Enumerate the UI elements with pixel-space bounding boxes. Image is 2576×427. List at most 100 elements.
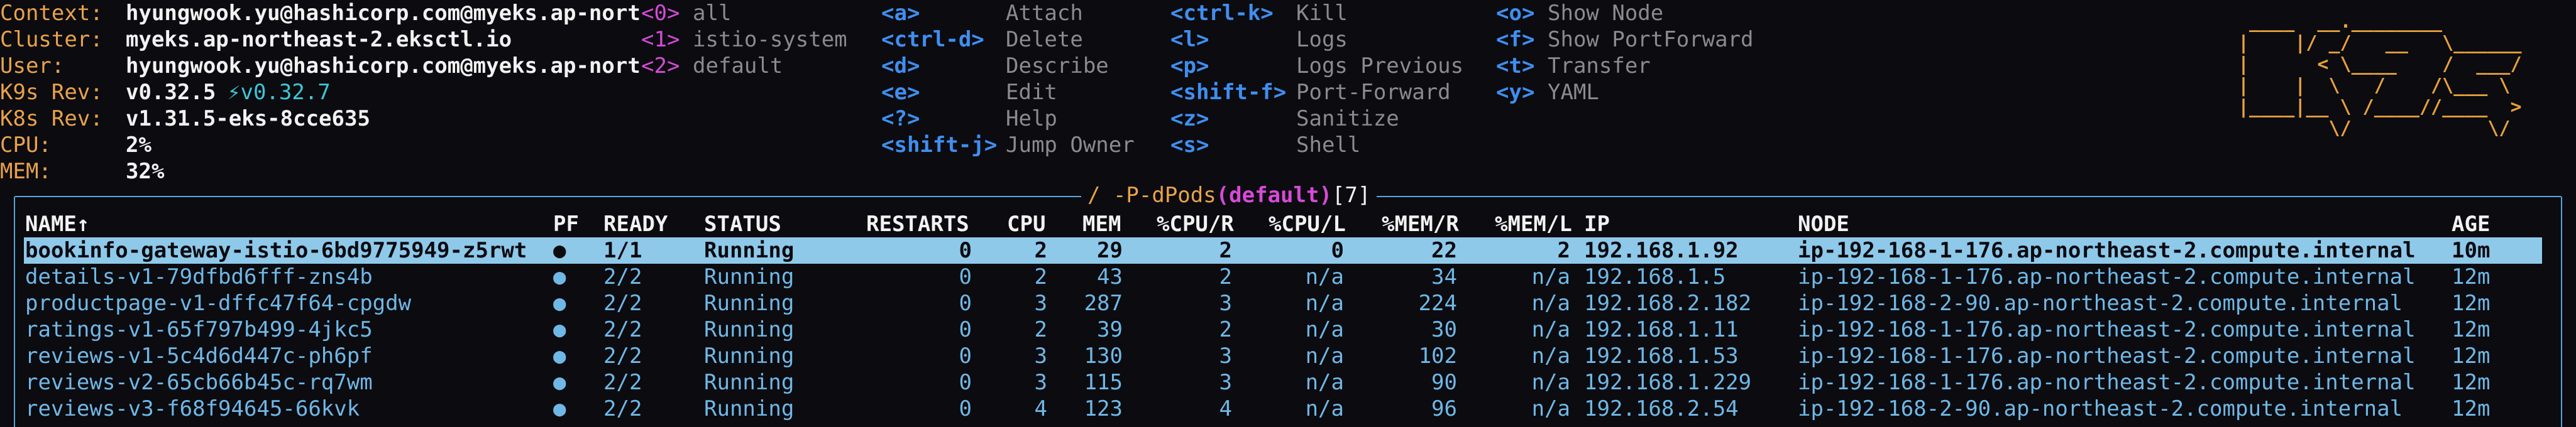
shortcut-action-transfer[interactable]: Transfer: [1548, 53, 1651, 79]
cell-age: 12m: [2452, 264, 2491, 289]
shortcut-key-help[interactable]: <?>: [881, 105, 920, 132]
col-header-restarts[interactable]: RESTARTS: [866, 211, 969, 237]
cell-ip: 192.168.1.11: [1584, 317, 1739, 342]
cell-mem-r: 22: [1431, 238, 1457, 263]
cell-ready: 2/2: [603, 343, 642, 369]
col-header-node[interactable]: NODE: [1798, 211, 1849, 237]
cell-name: bookinfo-gateway-istio-6bd9775949-z5rwt: [25, 238, 527, 263]
cell-cpu-l: 0: [1331, 238, 1344, 263]
cell-cpu-l: n/a: [1305, 264, 1344, 289]
cell-status: Running: [704, 291, 795, 316]
cell-age: 12m: [2452, 317, 2491, 342]
cell-ip: 192.168.1.53: [1584, 343, 1739, 369]
shortcut-action-yaml[interactable]: YAML: [1548, 79, 1599, 105]
info-value-mem: 32%: [126, 159, 165, 184]
col-header-pf[interactable]: PF: [553, 211, 579, 237]
cell-mem-r: 102: [1418, 343, 1457, 369]
col-header-cpu-r[interactable]: %CPU/R: [1157, 211, 1234, 237]
col-header-mem-r[interactable]: %MEM/R: [1382, 211, 1459, 237]
info-value-cpu: 2%: [126, 132, 151, 158]
shortcut-action-kill[interactable]: Kill: [1296, 0, 1348, 26]
shortcut-key-show-portforward[interactable]: <f>: [1496, 26, 1534, 53]
cell-name: details-v1-79dfbd6fff-zns4b: [25, 264, 373, 289]
cell-node: ip-192-168-1-176.ap-northeast-2.compute.…: [1798, 317, 2416, 342]
cell-pf: ●: [553, 264, 566, 289]
col-header-name[interactable]: NAME↑: [25, 211, 89, 237]
cell-mem-l: n/a: [1531, 343, 1570, 369]
shortcut-key-show-node[interactable]: <o>: [1496, 0, 1534, 26]
col-header-cpu[interactable]: CPU: [1007, 211, 1045, 237]
shortcut-action-jump-owner[interactable]: Jump Owner: [1006, 132, 1135, 158]
cell-age: 12m: [2452, 370, 2491, 395]
ns-key-0[interactable]: <0>: [641, 0, 680, 26]
cell-mem-l: n/a: [1531, 264, 1570, 289]
col-header-cpu-l[interactable]: %CPU/L: [1269, 211, 1346, 237]
cell-cpu: 3: [1034, 343, 1047, 369]
cell-ip: 192.168.1.92: [1584, 238, 1739, 263]
info-value-cluster: myeks.ap-northeast-2.eksctl.io: [126, 27, 512, 52]
shortcut-key-logs[interactable]: <l>: [1170, 26, 1209, 53]
cell-ready: 2/2: [603, 264, 642, 289]
ns-name-0[interactable]: all: [693, 0, 731, 26]
shortcut-key-jump-owner[interactable]: <shift-j>: [881, 132, 997, 158]
shortcut-action-edit[interactable]: Edit: [1006, 79, 1057, 105]
logo-line-4: |____|__ \ /____//____ >: [2238, 96, 2522, 118]
cell-name: productpage-v1-dffc47f64-cpgdw: [25, 291, 412, 316]
shortcut-key-transfer[interactable]: <t>: [1496, 53, 1534, 79]
cell-node: ip-192-168-2-90.ap-northeast-2.compute.i…: [1798, 291, 2403, 316]
cell-mem: 123: [1084, 396, 1123, 421]
cell-pf: ●: [553, 343, 566, 369]
cell-mem: 130: [1084, 343, 1123, 369]
shortcut-key-port-forward[interactable]: <shift-f>: [1170, 79, 1286, 105]
info-value-user: hyungwook.yu@hashicorp.com@myeks.ap-nort: [126, 53, 641, 78]
col-header-ip[interactable]: IP: [1584, 211, 1610, 237]
shortcut-action-describe[interactable]: Describe: [1006, 53, 1109, 79]
cell-status: Running: [704, 370, 795, 395]
cell-mem-l: n/a: [1531, 370, 1570, 395]
cell-cpu-l: n/a: [1305, 291, 1344, 316]
cell-cpu-r: 3: [1219, 370, 1232, 395]
col-header-mem[interactable]: MEM: [1082, 211, 1121, 237]
shortcut-key-describe[interactable]: <d>: [881, 53, 920, 79]
shortcut-key-edit[interactable]: <e>: [881, 79, 920, 105]
cell-pf: ●: [553, 238, 566, 263]
col-header-mem-l[interactable]: %MEM/L: [1495, 211, 1572, 237]
cell-node: ip-192-168-1-176.ap-northeast-2.compute.…: [1798, 238, 2416, 263]
shortcut-action-attach[interactable]: Attach: [1006, 0, 1083, 26]
shortcut-action-shell[interactable]: Shell: [1296, 132, 1360, 158]
col-header-status[interactable]: STATUS: [704, 211, 781, 237]
cell-mem-l: n/a: [1531, 317, 1570, 342]
cell-cpu-r: 2: [1219, 317, 1232, 342]
shortcut-action-logs-previous[interactable]: Logs Previous: [1296, 53, 1463, 79]
ns-key-2[interactable]: <2>: [641, 53, 680, 79]
shortcut-action-show-portforward[interactable]: Show PortForward: [1548, 26, 1754, 53]
cell-node: ip-192-168-1-176.ap-northeast-2.compute.…: [1798, 370, 2416, 395]
col-header-ready[interactable]: READY: [603, 211, 668, 237]
cell-mem-l: 2: [1557, 238, 1570, 263]
cell-cpu-l: n/a: [1305, 370, 1344, 395]
ns-key-1[interactable]: <1>: [641, 26, 680, 53]
shortcut-key-yaml[interactable]: <y>: [1496, 79, 1534, 105]
shortcut-key-logs-previous[interactable]: <p>: [1170, 53, 1209, 79]
shortcut-action-sanitize[interactable]: Sanitize: [1296, 105, 1399, 132]
cell-mem-r: 90: [1431, 370, 1457, 395]
shortcut-action-logs[interactable]: Logs: [1296, 26, 1348, 53]
shortcut-action-delete[interactable]: Delete: [1006, 26, 1083, 53]
shortcut-action-port-forward[interactable]: Port-Forward: [1296, 79, 1451, 105]
shortcut-key-delete[interactable]: <ctrl-d>: [881, 26, 984, 53]
col-header-age[interactable]: AGE: [2452, 211, 2490, 237]
shortcut-key-sanitize[interactable]: <z>: [1170, 105, 1209, 132]
logo-line-2: | < \____ / ___/: [2238, 53, 2522, 75]
cell-pf: ●: [553, 291, 566, 316]
shortcut-key-attach[interactable]: <a>: [881, 0, 920, 26]
shortcut-action-help[interactable]: Help: [1006, 105, 1057, 132]
cell-name: reviews-v2-65cb66b45c-rq7wm: [25, 370, 373, 395]
ns-name-1[interactable]: istio-system: [693, 26, 847, 53]
shortcut-key-kill[interactable]: <ctrl-k>: [1170, 0, 1274, 26]
cell-restarts: 0: [959, 238, 972, 263]
shortcut-key-shell[interactable]: <s>: [1170, 132, 1209, 158]
info-label-context: Context:: [0, 1, 103, 26]
shortcut-action-show-node[interactable]: Show Node: [1548, 0, 1663, 26]
ns-name-2[interactable]: default: [693, 53, 783, 79]
cell-name: reviews-v1-5c4d6d447c-ph6pf: [25, 343, 373, 369]
